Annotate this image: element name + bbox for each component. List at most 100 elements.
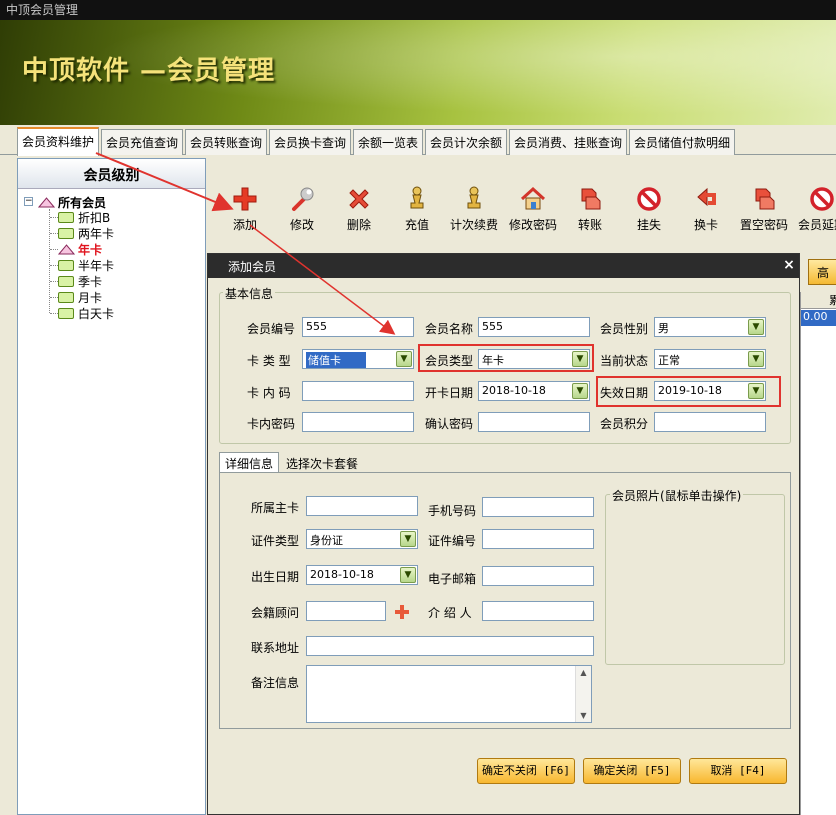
count-renew-button[interactable]: 计次续费 — [445, 185, 503, 233]
member-photo-box[interactable] — [605, 494, 785, 665]
chevron-down-icon[interactable]: ▼ — [572, 383, 588, 399]
tree-item-half-year[interactable]: 半年卡 — [58, 257, 114, 273]
member-name-input[interactable]: 555 — [478, 317, 590, 337]
chevron-down-icon[interactable]: ▼ — [748, 319, 764, 335]
pawn-icon — [467, 186, 481, 209]
confirm-password-label: 确认密码 — [425, 417, 474, 431]
tab-recharge-query[interactable]: 会员充值查询 — [101, 129, 184, 155]
tab-count-balance[interactable]: 会员计次余额 — [425, 129, 508, 155]
close-icon[interactable]: × — [780, 256, 798, 274]
chevron-down-icon[interactable]: ▼ — [748, 351, 764, 367]
advanced-button[interactable]: 高级 — [808, 259, 836, 285]
gender-select[interactable]: 男 ▼ — [654, 317, 766, 337]
card-code-label: 卡 内 码 — [247, 386, 291, 400]
phone-input[interactable] — [482, 497, 594, 517]
card-password-input[interactable] — [302, 412, 414, 432]
member-no-label: 会员编号 — [247, 322, 296, 336]
transfer-icon — [755, 188, 775, 210]
card-code-input[interactable] — [302, 381, 414, 401]
wrench-icon — [292, 187, 314, 211]
clear-password-button[interactable]: 置空密码 — [735, 185, 793, 233]
main-card-label: 所属主卡 — [251, 501, 300, 515]
window-title: 中顶会员管理 — [6, 3, 79, 17]
add-member-dialog: 添加会员 × 基本信息 会员编号 555 会员名称 555 会员性别 男 ▼ 卡 … — [207, 253, 800, 815]
add-advisor-plus-icon[interactable] — [394, 604, 410, 620]
tab-member-info[interactable]: 会员资料维护 — [17, 127, 100, 156]
status-label: 当前状态 — [600, 354, 649, 368]
member-photo-legend: 会员照片(鼠标单击操作) — [610, 487, 744, 504]
basic-info-legend: 基本信息 — [223, 285, 276, 302]
open-date-label: 开卡日期 — [425, 386, 474, 400]
address-input[interactable] — [306, 636, 594, 656]
referrer-input[interactable] — [482, 601, 594, 621]
folder-icon — [58, 212, 74, 223]
folder-icon — [58, 292, 74, 303]
tree-item-two-year[interactable]: 两年卡 — [58, 225, 114, 241]
change-card-button[interactable]: 换卡 — [677, 185, 735, 233]
member-no-input[interactable]: 555 — [302, 317, 414, 337]
tree-item-daytime[interactable]: 白天卡 — [58, 305, 114, 321]
plus-icon — [233, 187, 257, 211]
tree-root-all-members[interactable]: 所有会员 — [38, 194, 106, 210]
id-no-input[interactable] — [482, 529, 594, 549]
change-password-button[interactable]: 修改密码 — [504, 185, 562, 233]
tab-stored-payment[interactable]: 会员储值付款明细 — [629, 129, 736, 155]
tab-card-change-query[interactable]: 会员换卡查询 — [269, 129, 352, 155]
remark-textarea[interactable]: ▲ ▼ — [306, 665, 592, 723]
edit-button[interactable]: 修改 — [273, 185, 331, 233]
main-card-input[interactable] — [306, 496, 418, 516]
tab-transfer-query[interactable]: 会员转账查询 — [185, 129, 268, 155]
card-type-label: 卡 类 型 — [247, 354, 291, 368]
id-type-select[interactable]: 身份证 ▼ — [306, 529, 418, 549]
member-group-icon — [38, 197, 55, 208]
id-type-label: 证件类型 — [251, 534, 300, 548]
app-banner: 中顶软件 —会员管理 — [0, 20, 836, 125]
email-input[interactable] — [482, 566, 594, 586]
card-password-label: 卡内密码 — [247, 417, 296, 431]
tree-item-discount-b[interactable]: 折扣B — [58, 209, 110, 225]
pawn-icon — [410, 186, 424, 209]
recharge-button[interactable]: 充值 — [388, 185, 446, 233]
extend-member-button[interactable]: 会员延期 — [793, 185, 836, 233]
delete-button[interactable]: 删除 — [330, 185, 388, 233]
cancel-button[interactable]: 取消 [F4] — [689, 758, 787, 784]
chevron-down-icon[interactable]: ▼ — [396, 351, 412, 367]
status-select[interactable]: 正常 ▼ — [654, 349, 766, 369]
folder-icon — [58, 308, 74, 319]
no-entry-icon — [810, 187, 834, 211]
open-date-picker[interactable]: 2018-10-18 ▼ — [478, 381, 590, 401]
email-label: 电子邮箱 — [428, 572, 477, 586]
tab-detail-info[interactable]: 详细信息 — [219, 452, 280, 472]
folder-icon — [58, 276, 74, 287]
confirm-password-input[interactable] — [478, 412, 590, 432]
tab-count-package[interactable]: 选择次卡套餐 — [281, 453, 363, 473]
confirm-keep-open-button[interactable]: 确定不关闭 [F6] — [477, 758, 575, 784]
birth-date-picker[interactable]: 2018-10-18 ▼ — [306, 565, 418, 585]
tree-item-annual-selected[interactable]: 年卡 — [58, 241, 102, 257]
folder-icon — [58, 228, 74, 239]
dialog-title: 添加会员 — [208, 254, 799, 278]
tab-balance-list[interactable]: 余额一览表 — [353, 129, 424, 155]
transfer-button[interactable]: 转账 — [561, 185, 619, 233]
confirm-close-button[interactable]: 确定关闭 [F5] — [583, 758, 681, 784]
member-toolbar: 添加 修改 删除 充值 计次续费 修改密码 转账 挂失 换卡 置空密码 会员延期 — [208, 185, 836, 243]
advisor-input[interactable] — [306, 601, 386, 621]
remark-scrollbar[interactable]: ▲ ▼ — [575, 666, 591, 722]
points-input[interactable] — [654, 412, 766, 432]
grid-selected-row[interactable]: 0.00 — [801, 310, 836, 326]
member-type-highlight — [418, 344, 594, 372]
expire-date-highlight — [596, 376, 781, 407]
tree-item-quarter[interactable]: 季卡 — [58, 273, 102, 289]
grid-header: 累 — [801, 292, 836, 309]
tree-item-month[interactable]: 月卡 — [58, 289, 102, 305]
window-titlebar: 中顶会员管理 — [0, 0, 836, 20]
report-loss-button[interactable]: 挂失 — [620, 185, 678, 233]
tree-collapse-toggle[interactable]: − — [24, 197, 33, 206]
points-label: 会员积分 — [600, 417, 649, 431]
chevron-down-icon[interactable]: ▼ — [400, 531, 416, 547]
card-type-select[interactable]: 储值卡 ▼ — [302, 349, 414, 369]
tab-consume-query[interactable]: 会员消费、挂账查询 — [509, 129, 628, 155]
add-button[interactable]: 添加 — [216, 185, 274, 233]
chevron-down-icon[interactable]: ▼ — [400, 567, 416, 583]
gender-label: 会员性别 — [600, 322, 649, 336]
